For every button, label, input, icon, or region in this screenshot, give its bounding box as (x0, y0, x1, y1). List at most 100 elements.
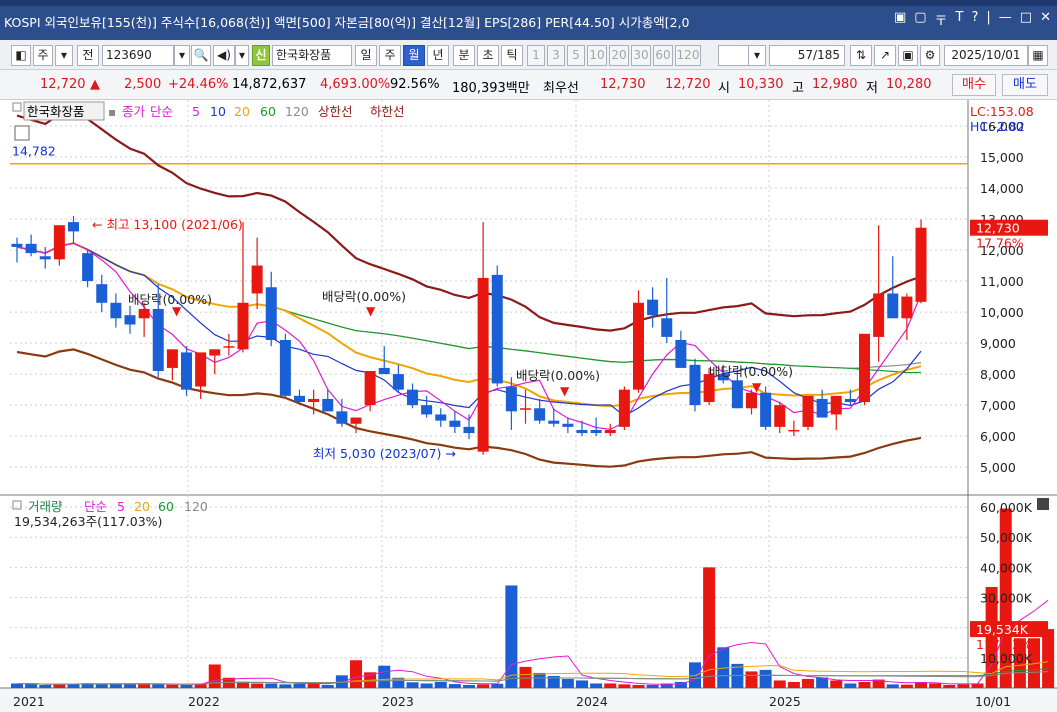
sin-badge[interactable]: 신 (252, 45, 270, 66)
volume-bar (929, 683, 942, 688)
volume-bar (1042, 629, 1055, 688)
volume-bar (801, 678, 815, 688)
pin-icon[interactable]: 〒 (935, 10, 948, 29)
trade-amount: 180,393백만 (452, 81, 530, 96)
date-field[interactable]: 2025/10/01 (944, 45, 1028, 66)
volume-bar (95, 684, 108, 688)
tab-week[interactable]: 주 (33, 45, 53, 66)
dividend-label: 배당락(0.00%) (709, 364, 793, 379)
candle-body (25, 243, 37, 254)
volume-tick-label: 30,000K (980, 591, 1033, 606)
num-60[interactable]: 60 (653, 45, 673, 66)
volume-bar (53, 684, 66, 688)
volume-bar (39, 684, 52, 688)
period-select-dropdown-icon[interactable]: ▾ (748, 45, 766, 66)
volume-tick-label: 60,000K (980, 500, 1033, 515)
candle-body (534, 408, 546, 421)
num-20[interactable]: 20 (609, 45, 629, 66)
candle-body (68, 222, 79, 232)
num-120[interactable]: 120 (675, 45, 701, 66)
date-tick-label: 2023 (382, 694, 414, 709)
volume-bar (279, 684, 292, 688)
save-icon[interactable]: ▣ (898, 45, 918, 66)
code-dropdown-icon[interactable]: ▾ (174, 45, 190, 66)
period-minute[interactable]: 분 (453, 45, 475, 66)
volume-bar (604, 683, 617, 688)
candle-body (251, 265, 263, 294)
candle-body (788, 429, 800, 432)
search-icon[interactable]: 🔍 (191, 45, 211, 66)
volume-bar (406, 682, 419, 688)
num-10[interactable]: 10 (587, 45, 607, 66)
price-bar: 12,720 ▲ 2,500 +24.46% 14,872,637 4,693.… (0, 70, 1057, 100)
volume-bar (166, 684, 179, 688)
font-icon[interactable]: T (956, 10, 964, 29)
stock-name-field[interactable]: 한국화장품 (272, 45, 352, 66)
period-year[interactable]: 년 (427, 45, 449, 66)
change-value: 2,500 (124, 77, 162, 92)
volume-bar (349, 660, 363, 688)
stock-chart[interactable]: 5,000 6,000 7,000 8,000 9,000 10,000 11,000 12,… (0, 100, 1057, 712)
price-tick-label: 6,000 (980, 429, 1016, 444)
candle-body (901, 296, 913, 319)
candle-body (844, 398, 856, 403)
high-label: 고 (792, 81, 804, 96)
volume-bar (830, 680, 843, 688)
volume-bar (575, 680, 589, 688)
indicator-icon[interactable]: ↗ (874, 45, 896, 66)
volume-bar (10, 683, 24, 688)
candle-body (124, 315, 136, 325)
maximize-icon[interactable]: □ (1020, 10, 1032, 29)
num-3[interactable]: 3 (547, 45, 565, 66)
period-second[interactable]: 초 (477, 45, 499, 66)
period-month[interactable]: 월 (403, 45, 425, 66)
code-input[interactable]: 123690 (102, 45, 174, 66)
compare-icon[interactable]: ⇅ (850, 45, 872, 66)
layout-toggle-icon[interactable]: ◧ (11, 45, 31, 66)
legend-upper: 상한선 (318, 104, 353, 119)
volume-legend-ma5: 5 (117, 499, 125, 514)
period-day[interactable]: 일 (355, 45, 377, 66)
candle-body (576, 429, 588, 434)
speaker-dropdown-icon[interactable]: ▾ (235, 45, 249, 66)
volume-tag-percent: 117.03% (976, 637, 1032, 652)
price-tick-label: 15,000 (980, 150, 1024, 165)
num-30[interactable]: 30 (631, 45, 651, 66)
volume-tick-label: 10,000K (980, 651, 1033, 666)
volume-current: 19,534,263주(117.03%) (14, 514, 162, 529)
period-week[interactable]: 주 (379, 45, 401, 66)
candle-body (53, 225, 65, 260)
volume-value: 14,872,637 (232, 77, 307, 92)
candle-body (138, 308, 150, 319)
open-value: 10,330 (738, 77, 784, 92)
candle-body (562, 423, 574, 427)
sell-button[interactable]: 매도 (1002, 74, 1048, 96)
volume-bar (773, 680, 786, 688)
candle-body (209, 349, 221, 356)
candle-body (336, 411, 348, 424)
gear-icon[interactable]: ⚙ (920, 45, 940, 66)
speaker-icon[interactable]: ◀) (213, 45, 235, 66)
candle-body (661, 318, 673, 337)
help-icon[interactable]: ? (972, 10, 979, 29)
minimize-icon[interactable]: — (999, 10, 1012, 29)
chart-background (0, 100, 1057, 712)
jeon-button[interactable]: 전 (77, 45, 99, 66)
dividend-arrow-icon: ▼ (366, 304, 376, 318)
candle-body (322, 398, 334, 412)
period-tick[interactable]: 틱 (501, 45, 523, 66)
copy-icon[interactable]: ▢ (914, 10, 926, 29)
legend-stock-name: 한국화장품 (27, 104, 85, 119)
dropdown-icon[interactable]: ▾ (55, 45, 73, 66)
close-icon[interactable]: ✕ (1040, 10, 1051, 29)
num-5[interactable]: 5 (567, 45, 585, 66)
buy-button[interactable]: 매수 (952, 74, 996, 96)
num-1[interactable]: 1 (527, 45, 545, 66)
volume-bar (844, 683, 857, 688)
price-tick-label: 5,000 (980, 460, 1016, 475)
layout-icon[interactable]: ▣ (894, 10, 906, 29)
volume-bar (321, 684, 334, 688)
calendar-icon[interactable]: ▦ (1028, 45, 1048, 66)
count-field[interactable]: 57/185 (769, 45, 845, 66)
volume-legend-simple: 단순 (84, 499, 107, 514)
